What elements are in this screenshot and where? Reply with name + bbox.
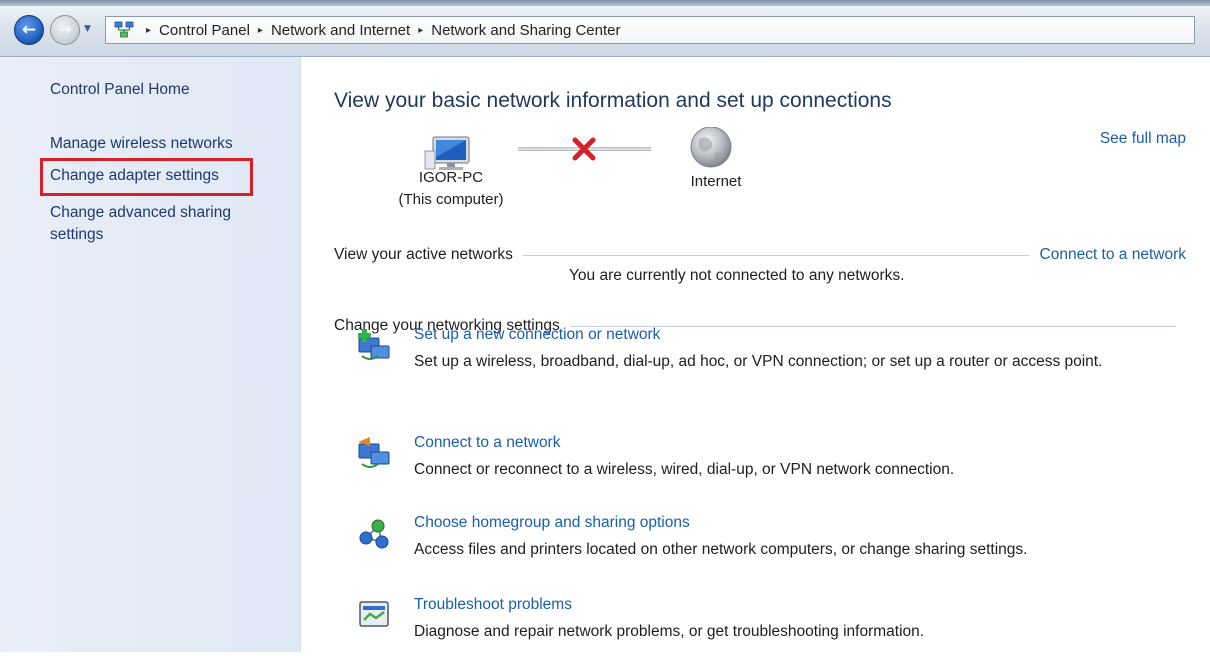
- internet-globe-icon[interactable]: [690, 127, 732, 168]
- sidebar-item-manage-wireless[interactable]: Manage wireless networks: [50, 133, 233, 155]
- task-item: Choose homegroup and sharing options Acc…: [356, 514, 1196, 574]
- breadcrumb-network-and-internet[interactable]: Network and Internet: [271, 22, 410, 39]
- main-content: View your basic network information and …: [301, 57, 1210, 652]
- section-divider: [522, 254, 1030, 256]
- computer-icon[interactable]: [424, 136, 470, 170]
- homegroup-icon[interactable]: [356, 516, 392, 550]
- task-item: Connect to a network Connect or reconnec…: [356, 434, 1196, 494]
- active-networks-section: View your active networks Connect to a n…: [334, 244, 1186, 266]
- computer-name-label: IGOR-PC: [418, 169, 484, 186]
- sidebar: Control Panel Home Manage wireless netwo…: [0, 57, 301, 652]
- address-bar: ← → ▼ ▸ Control Panel ▸ Network and Inte…: [0, 0, 1210, 57]
- no-connection-message: You are currently not connected to any n…: [569, 267, 905, 284]
- back-button[interactable]: ←: [14, 15, 44, 45]
- homegroup-desc: Access files and printers located on oth…: [414, 541, 1028, 558]
- task-item: Set up a new connection or network Set u…: [356, 326, 1196, 386]
- forward-arrow-icon: →: [57, 20, 73, 40]
- sidebar-item-control-panel-home[interactable]: Control Panel Home: [50, 79, 190, 101]
- sidebar-item-advanced-sharing[interactable]: Change advanced sharing settings: [50, 202, 280, 246]
- computer-sub-label: (This computer): [398, 191, 504, 208]
- back-arrow-icon: ←: [21, 20, 37, 40]
- homegroup-link[interactable]: Choose homegroup and sharing options: [414, 514, 690, 532]
- breadcrumb-control-panel[interactable]: Control Panel: [159, 22, 250, 39]
- see-full-map-link[interactable]: See full map: [1100, 130, 1186, 148]
- troubleshoot-icon[interactable]: [356, 598, 392, 632]
- connect-network-link[interactable]: Connect to a network: [414, 434, 560, 452]
- breadcrumb-separator[interactable]: ▸: [418, 25, 423, 36]
- breadcrumb-network-sharing-center[interactable]: Network and Sharing Center: [431, 22, 620, 39]
- forward-button[interactable]: →: [50, 15, 80, 45]
- title-strip: [0, 0, 1210, 6]
- breadcrumb-separator[interactable]: ▸: [258, 25, 263, 36]
- task-item: Troubleshoot problems Diagnose and repai…: [356, 596, 1196, 656]
- breadcrumb-separator[interactable]: ▸: [146, 25, 151, 36]
- internet-label: Internet: [690, 173, 742, 190]
- breadcrumb[interactable]: ▸ Control Panel ▸ Network and Internet ▸…: [105, 16, 1195, 44]
- history-dropdown-icon[interactable]: ▼: [84, 24, 91, 34]
- setup-connection-desc: Set up a wireless, broadband, dial-up, a…: [414, 353, 1103, 370]
- setup-connection-link[interactable]: Set up a new connection or network: [414, 326, 660, 344]
- page-title: View your basic network information and …: [334, 89, 892, 112]
- active-networks-heading: View your active networks: [334, 246, 513, 263]
- connect-network-desc: Connect or reconnect to a wireless, wire…: [414, 461, 955, 478]
- connect-network-icon[interactable]: [356, 436, 392, 470]
- troubleshoot-link[interactable]: Troubleshoot problems: [414, 596, 572, 614]
- troubleshoot-desc: Diagnose and repair network problems, or…: [414, 623, 925, 640]
- network-icon: [114, 21, 134, 38]
- highlight-annotation: [40, 158, 253, 196]
- new-connection-icon[interactable]: [356, 328, 392, 362]
- connect-to-network-link[interactable]: Connect to a network: [1040, 246, 1186, 264]
